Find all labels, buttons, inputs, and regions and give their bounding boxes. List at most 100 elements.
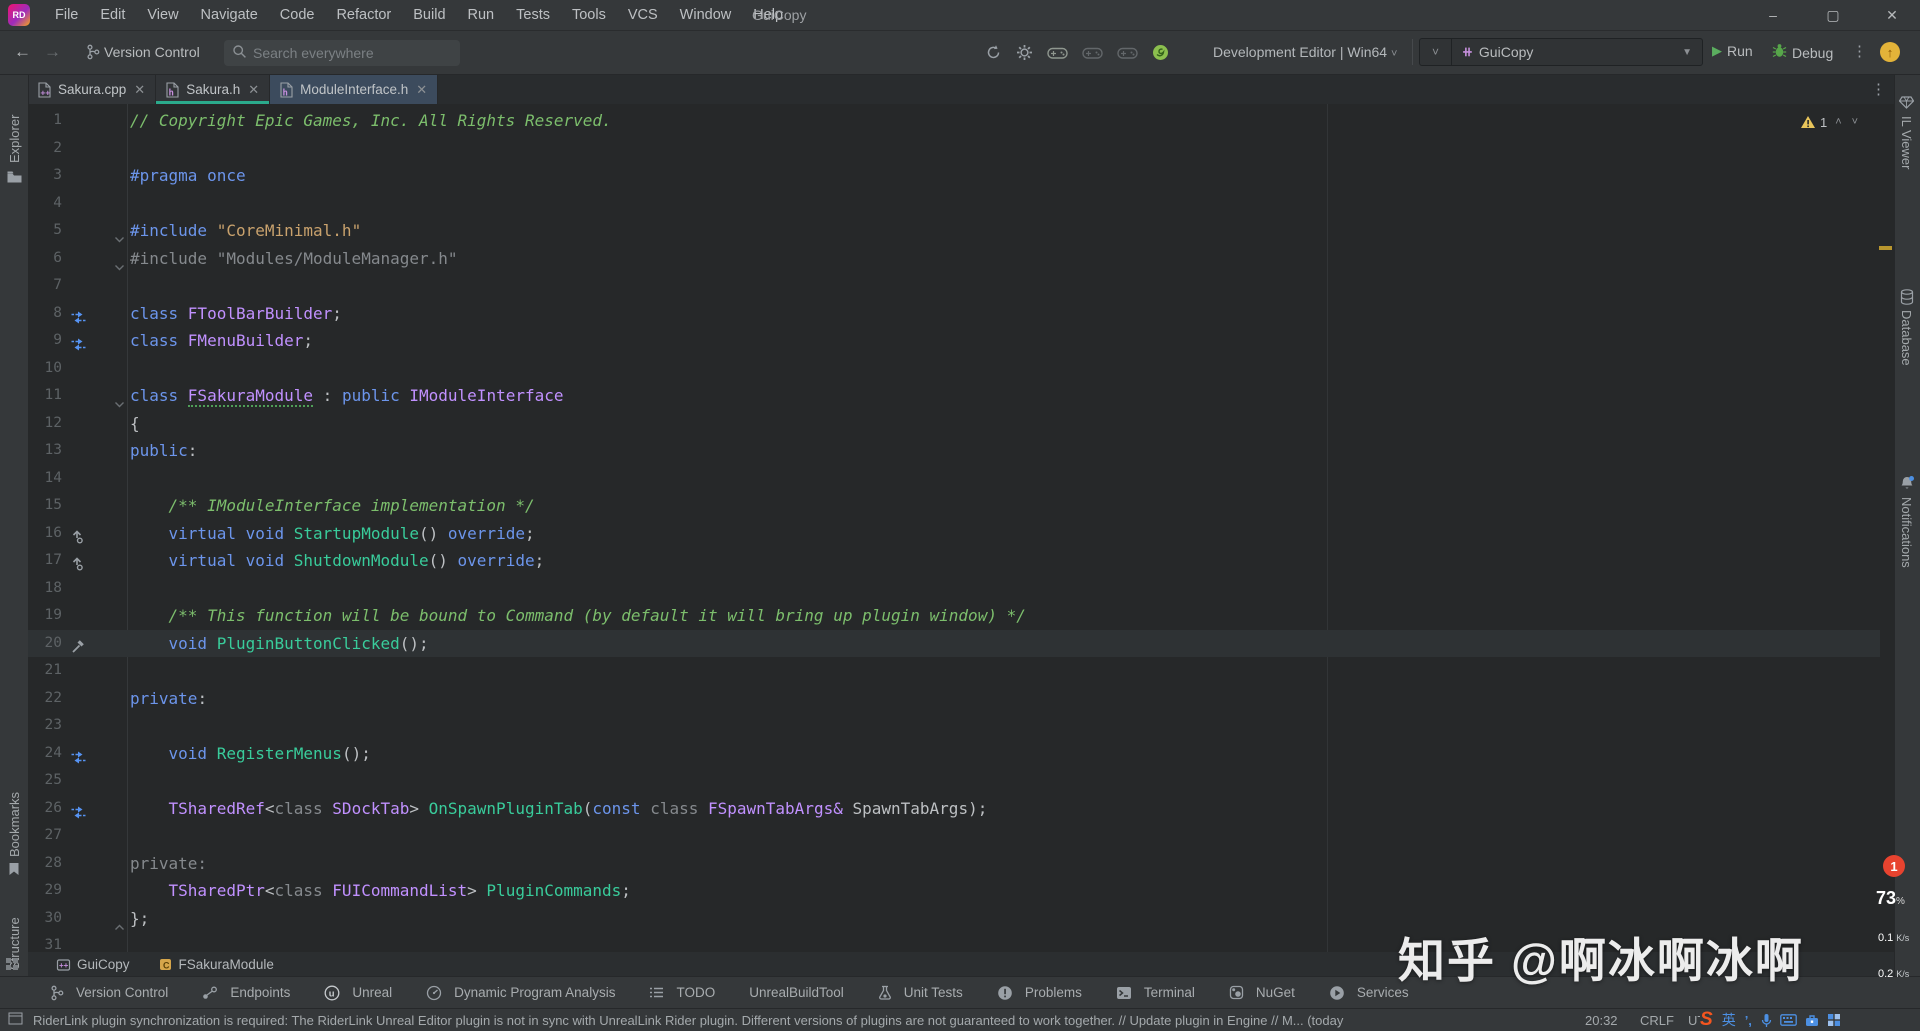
version-control-widget[interactable]: Version Control [104,44,200,60]
code-line-27[interactable]: 27 [28,822,1880,850]
next-problem-icon[interactable]: ˅ [1852,116,1858,128]
tab-moduleinterface-h[interactable]: h ModuleInterface.h ✕ [270,75,439,104]
breadcrumb-fsakuramodule[interactable]: C FSakuraModule [158,957,274,972]
ime-lang-indicator[interactable]: 英 [1722,1010,1736,1030]
menu-tests[interactable]: Tests [505,0,561,30]
toolwindow-version-control[interactable]: Version Control [50,985,168,1001]
menu-file[interactable]: File [44,0,89,30]
code-line-17[interactable]: 17 virtual void ShutdownModule() overrid… [28,547,1880,575]
code-line-15[interactable]: 15 /** IModuleInterface implementation *… [28,492,1880,520]
minimize-button[interactable]: – [1750,0,1796,30]
notification-badge[interactable]: 1 [1883,855,1905,877]
stripe-database[interactable]: Database [1893,289,1920,420]
close-button[interactable]: ✕ [1869,0,1915,30]
toolwindow-unreal[interactable]: u Unreal [324,985,392,1001]
debug-button[interactable]: Debug [1772,43,1833,63]
code-line-14[interactable]: 14 [28,465,1880,493]
close-tab-icon[interactable]: ✕ [416,82,427,98]
code-line-23[interactable]: 23 [28,712,1880,740]
controller-icon[interactable] [1047,45,1068,60]
toolbox-icon[interactable] [1805,1014,1819,1027]
code-line-3[interactable]: 3 #pragma once [28,162,1880,190]
window-layout-icon[interactable] [8,1012,23,1028]
code-line-22[interactable]: 22 private: [28,685,1880,713]
close-tab-icon[interactable]: ✕ [134,82,145,98]
code-line-21[interactable]: 21 [28,657,1880,685]
toolwindow-problems[interactable]: Problems [997,985,1082,1001]
status-message[interactable]: RiderLink plugin synchronization is requ… [33,1013,1343,1028]
ime-punct-indicator[interactable]: ’, [1745,1013,1752,1028]
more-icon[interactable]: ⋮ [1852,42,1867,60]
code-line-13[interactable]: 13 public: [28,437,1880,465]
code-line-11[interactable]: 11 class FSakuraModule : public IModuleIn… [28,382,1880,410]
code-line-9[interactable]: 9 class FMenuBuilder; [28,327,1880,355]
code-line-1[interactable]: 1 // Copyright Epic Games, Inc. All Right… [28,107,1880,135]
close-tab-icon[interactable]: ✕ [248,82,259,98]
mic-icon[interactable] [1761,1013,1772,1028]
inspections-widget[interactable]: 1 ˄ ˅ [1800,112,1858,132]
controller-dim-icon[interactable] [1117,45,1138,60]
chevron-down-icon[interactable]: ˅ [1420,39,1453,65]
tab-list-more-icon[interactable]: ⋮ [1871,80,1886,98]
stripe-explorer[interactable]: Explorer [0,75,28,185]
forward-button[interactable]: → [44,42,61,62]
toolwindow-unrealbuildtool[interactable]: UnrealBuildTool [749,985,844,1000]
code-line-24[interactable]: 24 void RegisterMenus(); [28,740,1880,768]
run-button[interactable]: ▶ Run [1712,43,1753,59]
prev-problem-icon[interactable]: ˄ [1835,116,1841,128]
maximize-button[interactable]: ▢ [1810,0,1856,30]
code-line-26[interactable]: 26 TSharedRef<class SDockTab> OnSpawnPlu… [28,795,1880,823]
menu-refactor[interactable]: Refactor [325,0,402,30]
toolwindow-todo[interactable]: TODO [649,985,715,1000]
search-everywhere-box[interactable]: Search everywhere [224,40,460,66]
toolwindow-unit-tests[interactable]: Unit Tests [878,985,963,1000]
unreal-link-icon[interactable] [1152,44,1169,61]
line-ending-indicator[interactable]: CRLF [1640,1013,1674,1028]
code-line-5[interactable]: 5 #include "CoreMinimal.h" [28,217,1880,245]
code-line-29[interactable]: 29 TSharedPtr<class FUICommandList> Plug… [28,877,1880,905]
update-notification-icon[interactable]: ↑ [1880,42,1900,62]
code-line-16[interactable]: 16 virtual void StartupModule() override… [28,520,1880,548]
controller-dim-icon[interactable] [1082,45,1103,60]
menu-build[interactable]: Build [402,0,456,30]
code-line-25[interactable]: 25 [28,767,1880,795]
code-line-4[interactable]: 4 [28,190,1880,218]
run-config-combo[interactable]: ˅ ⧺ GuiCopy ▼ [1419,38,1703,66]
warning-stripe-mark[interactable] [1879,246,1892,250]
keyboard-icon[interactable] [1780,1014,1797,1026]
grid-icon[interactable] [1827,1013,1841,1027]
code-line-20[interactable]: 20 void PluginButtonClicked(); [28,629,1880,657]
usages-icon[interactable] [70,745,90,763]
rider-logo-icon[interactable]: RD [8,4,30,26]
menu-tools[interactable]: Tools [561,0,617,30]
menu-view[interactable]: View [136,0,189,30]
menu-run[interactable]: Run [457,0,506,30]
back-button[interactable]: ← [14,42,31,62]
tab-sakura-cpp[interactable]: ++ Sakura.cpp ✕ [28,75,157,104]
override-icon[interactable] [70,525,90,543]
menu-window[interactable]: Window [669,0,743,30]
toolwindow-dynamic-program-analysis[interactable]: Dynamic Program Analysis [426,985,615,1001]
code-line-2[interactable]: 2 [28,135,1880,163]
code-line-12[interactable]: 12 { [28,410,1880,438]
toolwindow-endpoints[interactable]: Endpoints [202,985,290,1000]
menu-code[interactable]: Code [269,0,326,30]
code-line-10[interactable]: 10 [28,355,1880,383]
code-editor[interactable]: 1 // Copyright Epic Games, Inc. All Right… [28,104,1894,952]
code-line-6[interactable]: 6 #include "Modules/ModuleManager.h" [28,245,1880,273]
sogou-logo-icon[interactable]: S [1700,1009,1713,1031]
menu-edit[interactable]: Edit [89,0,136,30]
toolwindow-terminal[interactable]: Terminal [1116,985,1195,1000]
settings-icon[interactable] [1016,44,1033,61]
stripe-il-viewer[interactable]: IL Viewer [1893,95,1920,225]
breadcrumb-guicopy[interactable]: ++ GuiCopy [56,957,130,972]
menu-vcs[interactable]: VCS [617,0,669,30]
code-line-7[interactable]: 7 [28,272,1880,300]
code-line-18[interactable]: 18 [28,575,1880,603]
override-icon[interactable] [70,552,90,571]
code-line-19[interactable]: 19 /** This function will be bound to Co… [28,602,1880,630]
usages-icon[interactable] [70,305,90,323]
build-config-selector[interactable]: Development Editor | Win64 ˅ [1213,44,1397,60]
stripe-bookmarks[interactable]: Bookmarks [0,765,28,875]
stripe-notifications[interactable]: Notifications [1893,475,1920,605]
